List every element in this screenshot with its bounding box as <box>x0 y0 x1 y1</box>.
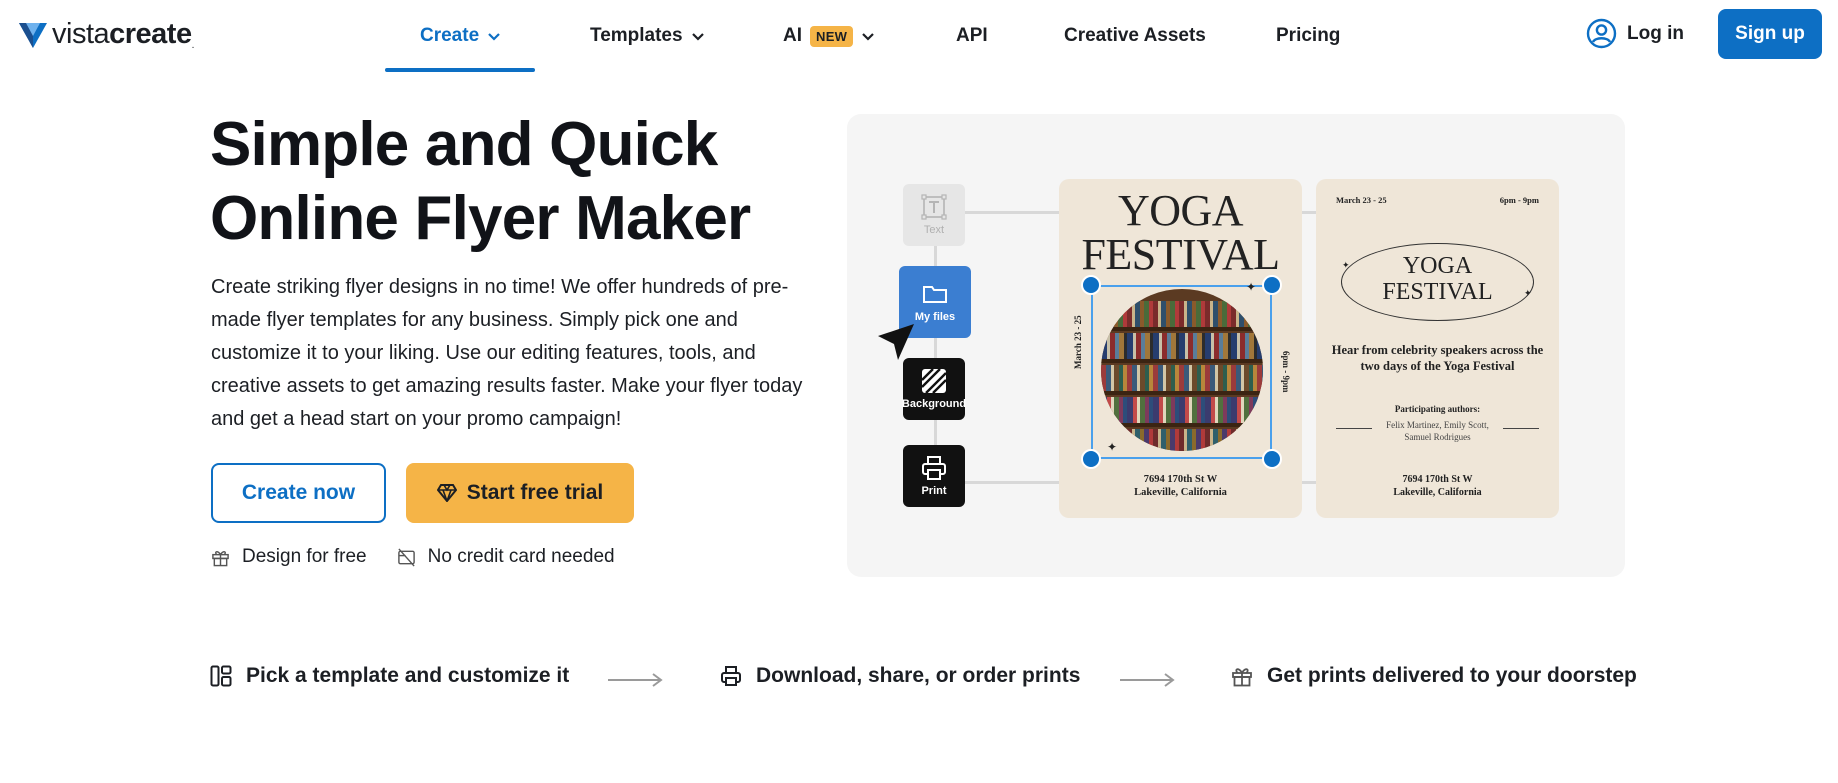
nav-creative-assets[interactable]: Creative Assets <box>1064 0 1206 72</box>
login-link[interactable]: Log in <box>1586 18 1684 49</box>
sparkle-icon: ✦ <box>1246 280 1257 294</box>
signup-button[interactable]: Sign up <box>1718 9 1822 59</box>
template-layout-icon <box>210 665 232 687</box>
step-prints-delivered-label: Get prints delivered to your doorstep <box>1267 664 1637 687</box>
connector-line <box>965 481 1061 484</box>
tool-print[interactable]: Print <box>903 445 965 507</box>
flyer1-time: 6pm - 9pm <box>1281 351 1291 393</box>
perk-design-free: Design for free <box>211 546 367 568</box>
flyer2-authors-label: Participating authors: <box>1394 404 1481 414</box>
page-title: Simple and Quick Online Flyer Maker <box>210 108 830 256</box>
step-pick-template: Pick a template and customize it <box>210 664 569 688</box>
printer-icon <box>922 456 946 480</box>
no-credit-card-icon <box>397 547 415 567</box>
create-now-button[interactable]: Create now <box>211 463 386 523</box>
flyer2-date: March 23 - 25 <box>1336 195 1387 205</box>
chevron-down-icon <box>862 32 875 41</box>
text-box-icon <box>921 194 947 220</box>
step-prints-delivered: Get prints delivered to your doorstep <box>1231 664 1637 688</box>
folder-icon <box>923 286 947 303</box>
step-download-share: Download, share, or order prints <box>720 664 1080 688</box>
background-stripes-icon <box>921 368 947 394</box>
flyer2-title: YOGA FESTIVAL <box>1382 253 1493 305</box>
perk-no-credit-card-label: No credit card needed <box>427 546 615 567</box>
how-it-works-steps: Pick a template and customize it Downloa… <box>210 664 1637 694</box>
nav-pricing[interactable]: Pricing <box>1276 0 1340 72</box>
nav-templates[interactable]: Templates <box>590 0 705 72</box>
selection-box[interactable] <box>1091 285 1272 459</box>
flyer2-address: 7694 170th St W Lakeville, California <box>1393 474 1482 498</box>
title-line-1: Simple and Quick <box>210 110 718 179</box>
step-download-share-label: Download, share, or order prints <box>756 664 1081 687</box>
nav-ai[interactable]: AI NEW <box>783 0 875 72</box>
login-label: Log in <box>1627 22 1684 44</box>
flyer-preview-2[interactable]: March 23 - 25 6pm - 9pm ✦ ✦ YOGA FESTIVA… <box>1316 179 1559 518</box>
site-header: vistacreate. Create Templates AI NEW API… <box>0 0 1838 72</box>
hero-description: Create striking flyer designs in no time… <box>211 276 803 430</box>
logo-triangle-icon <box>19 22 47 48</box>
nav-templates-label: Templates <box>590 25 683 46</box>
resize-handle[interactable] <box>1081 449 1101 469</box>
nav-create-label: Create <box>420 25 480 46</box>
nav-ai-label: AI <box>783 25 802 46</box>
arrow-right-icon <box>1120 673 1175 687</box>
tool-text[interactable]: Text <box>903 184 965 246</box>
flyer1-date: March 23 - 25 <box>1073 315 1083 369</box>
tool-my-files-label: My files <box>914 311 956 323</box>
perks-list: Design for free No credit card needed <box>211 546 615 568</box>
gift-icon <box>1232 668 1252 687</box>
tool-background[interactable]: Background <box>901 358 967 420</box>
printer-icon <box>721 666 741 686</box>
flyer2-time: 6pm - 9pm <box>1499 195 1539 205</box>
perk-design-free-label: Design for free <box>242 546 367 567</box>
step-pick-template-label: Pick a template and customize it <box>246 664 570 687</box>
diamond-icon <box>436 484 457 502</box>
start-free-trial-label: Start free trial <box>466 481 604 504</box>
flyer2-tagline: Hear from celebrity speakers across the … <box>1331 343 1544 373</box>
nav-pricing-label: Pricing <box>1276 25 1341 46</box>
gift-icon <box>212 550 229 566</box>
arrow-right-icon <box>608 673 663 687</box>
mouse-cursor-icon <box>878 324 914 360</box>
logo-wordmark: vistacreate. <box>52 18 194 51</box>
nav-create[interactable]: Create <box>384 0 536 72</box>
flyer-preview-1[interactable]: YOGA FESTIVAL ✦ ✦ March 23 - 25 6pm - 9p… <box>1059 179 1302 518</box>
resize-handle[interactable] <box>1081 275 1101 295</box>
chevron-down-icon <box>691 32 704 41</box>
connector-line <box>965 211 1061 214</box>
divider <box>1336 428 1372 429</box>
nav-api-label: API <box>956 25 988 46</box>
resize-handle[interactable] <box>1262 275 1282 295</box>
divider <box>1503 428 1539 429</box>
tool-text-label: Text <box>923 224 945 236</box>
resize-handle[interactable] <box>1262 449 1282 469</box>
tool-print-label: Print <box>921 485 947 497</box>
tool-background-label: Background <box>901 398 967 410</box>
chevron-down-icon <box>488 32 500 41</box>
perk-no-credit-card: No credit card needed <box>397 546 615 568</box>
new-badge: NEW <box>810 25 854 47</box>
flyer1-title: YOGA FESTIVAL <box>1081 186 1280 279</box>
title-line-2: Online Flyer Maker <box>210 184 751 253</box>
nav-api[interactable]: API <box>956 0 988 72</box>
nav-creative-assets-label: Creative Assets <box>1064 25 1206 46</box>
flyer1-address: 7694 170th St W Lakeville, California <box>1134 474 1227 498</box>
vistacreate-logo[interactable]: vistacreate. <box>18 18 194 51</box>
user-circle-icon <box>1586 18 1617 49</box>
start-free-trial-button[interactable]: Start free trial <box>406 463 634 523</box>
sparkle-icon: ✦ <box>1107 440 1118 454</box>
flyer2-header: March 23 - 25 6pm - 9pm <box>1336 195 1539 205</box>
flyer2-authors: Felix Martinez, Emily Scott, Samuel Rodr… <box>1386 420 1489 442</box>
